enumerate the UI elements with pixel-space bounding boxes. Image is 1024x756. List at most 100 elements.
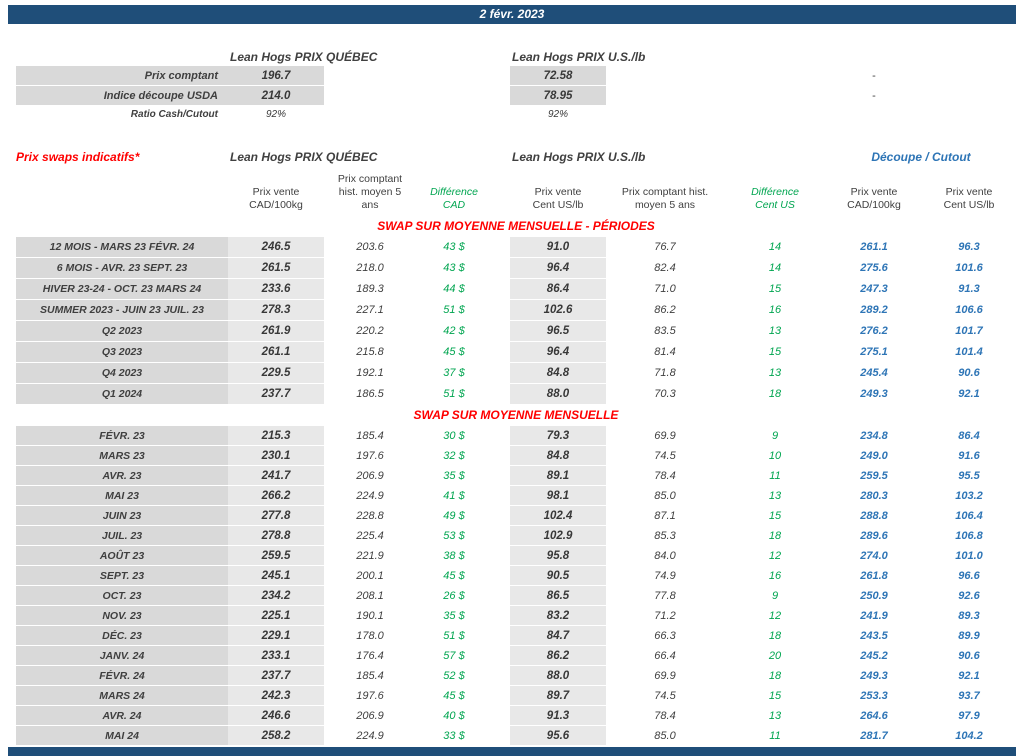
cutout-us: 106.4 <box>955 510 983 522</box>
date-header-bar: 2 févr. 2023 <box>8 5 1016 24</box>
row-label: Q3 2023 <box>16 342 228 363</box>
hist-us: 76.7 <box>654 241 676 253</box>
spot-quebec-value: 214.0 <box>228 86 324 106</box>
row-label: MARS 24 <box>16 686 228 706</box>
prix-vente-us: 88.0 <box>510 666 606 686</box>
prix-vente-cad: 259.5 <box>228 546 324 566</box>
prix-vente-cad: 215.3 <box>228 426 324 446</box>
prix-vente-us: 90.5 <box>510 566 606 586</box>
prix-vente-cad: 229.1 <box>228 626 324 646</box>
swaps-us-title: Lean Hogs PRIX U.S./lb <box>512 150 646 164</box>
diff-us: 9 <box>771 590 779 602</box>
diff-us: 12 <box>768 610 782 622</box>
diff-us: 18 <box>768 670 782 682</box>
spot-us-value: 72.58 <box>510 66 606 86</box>
diff-us: 13 <box>768 325 782 337</box>
cutout-cad: 253.3 <box>860 690 888 702</box>
cutout-us: 89.3 <box>958 610 980 622</box>
prix-vente-us: 79.3 <box>510 426 606 446</box>
swap-row: Q3 2023 261.1 215.8 45 $ 96.4 81.4 15 275.1 101.… <box>16 342 1016 363</box>
prix-vente-us: 102.6 <box>510 300 606 321</box>
hist-us: 78.4 <box>654 470 676 482</box>
prix-vente-cad: 261.9 <box>228 321 324 342</box>
prix-vente-cad: 225.1 <box>228 606 324 626</box>
swap-row: MAI 24 258.2 224.9 33 $ 95.6 85.0 11 281.7 104.2 <box>16 726 1016 746</box>
prix-vente-cad: 229.5 <box>228 363 324 384</box>
hist-cad: 220.2 <box>356 325 384 337</box>
row-label: FÉVR. 23 <box>16 426 228 446</box>
row-label: JUIL. 23 <box>16 526 228 546</box>
spot-price-table: Prix comptant 196.7 72.58 - Indice découpe U… <box>16 66 1016 124</box>
spot-us-value: 78.95 <box>510 86 606 106</box>
hist-us: 71.0 <box>654 283 676 295</box>
spot-row: Indice découpe USDA 214.0 78.95 - <box>16 86 1016 106</box>
spot-us-value: 92% <box>547 109 568 120</box>
prix-vente-us: 86.4 <box>510 279 606 300</box>
cutout-us: 104.2 <box>955 730 983 742</box>
diff-us: 11 <box>769 730 781 742</box>
cutout-cad: 247.3 <box>860 283 888 295</box>
cutout-us: 101.6 <box>955 262 983 274</box>
row-label: FÉVR. 24 <box>16 666 228 686</box>
prix-vente-cad: 246.5 <box>228 237 324 258</box>
hist-us: 71.8 <box>654 367 676 379</box>
swap-row: AOÛT 23 259.5 221.9 38 $ 95.8 84.0 12 274.0 101.… <box>16 546 1016 566</box>
prix-vente-cad: 261.1 <box>228 342 324 363</box>
prix-vente-cad: 261.5 <box>228 258 324 279</box>
hist-cad: 197.6 <box>356 690 384 702</box>
diff-us: 18 <box>768 388 782 400</box>
diff-cad: 49 $ <box>443 510 465 522</box>
diff-cad: 38 $ <box>443 550 465 562</box>
swap-row: Q2 2023 261.9 220.2 42 $ 96.5 83.5 13 276.2 101.… <box>16 321 1016 342</box>
row-label: 12 MOIS - MARS 23 FÉVR. 24 <box>16 237 228 258</box>
spot-row-label: Ratio Cash/Cutout <box>130 109 218 120</box>
hist-cad: 178.0 <box>356 630 384 642</box>
hist-cad: 203.6 <box>356 241 384 253</box>
spot-quebec-title: Lean Hogs PRIX QUÉBEC <box>230 50 378 64</box>
prix-vente-cad: 233.1 <box>228 646 324 666</box>
diff-us: 20 <box>768 650 782 662</box>
diff-us: 15 <box>768 690 782 702</box>
prix-vente-cad: 245.1 <box>228 566 324 586</box>
diff-cad: 51 $ <box>443 630 465 642</box>
cutout-cad: 261.8 <box>860 570 888 582</box>
diff-us: 16 <box>768 304 782 316</box>
prix-vente-cad: 258.2 <box>228 726 324 746</box>
cutout-us: 89.9 <box>958 630 980 642</box>
prix-vente-us: 95.6 <box>510 726 606 746</box>
column-header-hist-us: Prix comptant hist. moyen 5 ans <box>621 186 709 211</box>
cutout-cad: 249.3 <box>860 388 888 400</box>
diff-us: 18 <box>768 630 782 642</box>
prix-vente-us: 96.4 <box>510 342 606 363</box>
spot-row-label: Prix comptant <box>16 66 228 86</box>
cutout-cad: 234.8 <box>860 430 888 442</box>
swap-row: DÉC. 23 229.1 178.0 51 $ 84.7 66.3 18 243.5 89.9 <box>16 626 1016 646</box>
diff-cad: 33 $ <box>443 730 465 742</box>
hist-cad: 221.9 <box>356 550 384 562</box>
diff-us: 14 <box>768 241 782 253</box>
hist-us: 69.9 <box>654 670 676 682</box>
diff-us: 13 <box>768 367 782 379</box>
prix-vente-cad: 233.6 <box>228 279 324 300</box>
row-label: MAI 24 <box>16 726 228 746</box>
row-label: Q2 2023 <box>16 321 228 342</box>
swap-row: 12 MOIS - MARS 23 FÉVR. 24 246.5 203.6 43 $… <box>16 237 1016 258</box>
hist-cad: 218.0 <box>356 262 384 274</box>
hist-us: 77.8 <box>654 590 676 602</box>
spot-quebec-value: 196.7 <box>228 66 324 86</box>
spot-cutout-value <box>826 106 922 124</box>
swap-row: JUIL. 23 278.8 225.4 53 $ 102.9 85.3 18 289.6 10… <box>16 526 1016 546</box>
cutout-cad: 275.1 <box>860 346 888 358</box>
row-label: SUMMER 2023 - JUIN 23 JUIL. 23 <box>16 300 228 321</box>
cutout-us: 101.4 <box>955 346 983 358</box>
cutout-us: 92.1 <box>958 670 980 682</box>
hist-us: 87.1 <box>654 510 676 522</box>
hist-us: 83.5 <box>654 325 676 337</box>
hist-us: 82.4 <box>654 262 676 274</box>
spot-row-label: Indice découpe USDA <box>16 86 228 106</box>
hist-cad: 190.1 <box>356 610 384 622</box>
spot-cutout-value: - <box>872 70 876 82</box>
row-label: SEPT. 23 <box>16 566 228 586</box>
cutout-us: 97.9 <box>958 710 980 722</box>
hist-us: 71.2 <box>654 610 676 622</box>
